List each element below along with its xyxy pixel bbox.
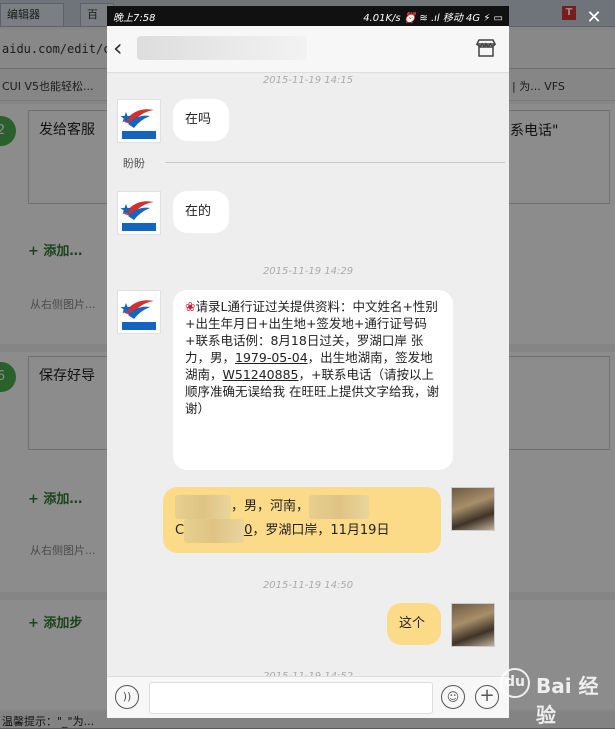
user-avatar[interactable] bbox=[451, 487, 495, 531]
reply-part: ，男，河南， bbox=[231, 499, 310, 514]
rose-icon: ❀ bbox=[185, 299, 196, 314]
plus-icon[interactable]: + bbox=[475, 685, 499, 709]
status-icons: 4.01K/s ⏰ ≋ .ıl 移动 4G ⚡ ▭ bbox=[363, 13, 503, 24]
message-bubble-in[interactable]: 在的 bbox=[173, 191, 229, 233]
user-avatar[interactable] bbox=[451, 603, 495, 647]
message-timestamp: 2015-11-19 14:29 bbox=[262, 266, 354, 277]
bookmark-item[interactable]: | 为... VFS bbox=[512, 78, 565, 94]
store-icon[interactable] bbox=[475, 38, 497, 58]
shop-avatar[interactable] bbox=[117, 290, 161, 334]
chat-area: 2015-11-19 14:15 在吗 盼盼 在的 2015-11-19 14: bbox=[107, 73, 509, 682]
chat-nav-bar: ‹ bbox=[107, 26, 509, 73]
step-text-tail: 系电话" bbox=[510, 123, 559, 139]
shop-avatar[interactable] bbox=[117, 191, 161, 235]
phone-screen: 晚上7:58 4.01K/s ⏰ ≋ .ıl 移动 4G ⚡ ▭ ‹ 2015-… bbox=[107, 6, 509, 718]
bookmark-item[interactable]: CUI V5也能轻松... bbox=[2, 78, 94, 94]
baidu-jingyan-watermark: du Bai 经验 bbox=[500, 662, 610, 727]
redacted-text: ██ bbox=[175, 495, 231, 519]
message-input[interactable] bbox=[149, 682, 433, 714]
close-viewer-icon[interactable]: ✕ bbox=[582, 8, 606, 28]
message-bubble-in[interactable]: 在吗 bbox=[173, 99, 229, 141]
message-bubble-in-long[interactable]: ❀请录L通行证过关提供资料：中文姓名+性别+出生年月日+出生地+签发地+通行证号… bbox=[173, 290, 453, 470]
step-text: 保存好导 bbox=[39, 368, 95, 384]
sender-nickname: 盼盼 bbox=[123, 155, 151, 171]
browser-tab[interactable]: 编辑器 bbox=[0, 3, 64, 26]
reply-part: C bbox=[175, 523, 185, 538]
long-message-date: 1979-05-04 bbox=[235, 350, 308, 365]
add-step-button[interactable]: + 添加步 bbox=[28, 612, 118, 640]
message-bubble-out[interactable]: 这个 bbox=[387, 603, 441, 645]
add-step-button[interactable]: + 添加… bbox=[28, 488, 118, 516]
address-bar-text: aidu.com/edit/co bbox=[2, 42, 118, 56]
message-bubble-out[interactable]: ██，男，河南，██ C██0，罗湖口岸，11月19日 bbox=[163, 487, 441, 553]
watermark-text: Bai 经验 bbox=[536, 674, 599, 727]
add-step-button[interactable]: + 添加… bbox=[28, 240, 118, 268]
status-bar: 晚上7:58 4.01K/s ⏰ ≋ .ıl 移动 4G ⚡ ▭ bbox=[107, 6, 509, 26]
reply-part: ，罗湖口岸，11月19日 bbox=[252, 523, 390, 538]
redacted-text: ██ bbox=[309, 495, 370, 519]
chat-input-bar: )) ☺ + bbox=[107, 676, 509, 718]
message-timestamp: 2015-11-19 14:15 bbox=[262, 75, 354, 86]
image-hint: 从右侧图片... bbox=[30, 298, 96, 311]
shop-avatar[interactable] bbox=[117, 99, 161, 143]
step-number: 2 bbox=[0, 116, 16, 146]
step-text: 发给客服 bbox=[39, 122, 95, 138]
emoji-icon[interactable]: ☺ bbox=[441, 685, 465, 709]
chat-title bbox=[137, 36, 307, 60]
divider bbox=[165, 162, 505, 163]
image-hint: 从右侧图片... bbox=[30, 544, 96, 557]
step-number: 6 bbox=[0, 362, 16, 392]
voice-input-icon[interactable]: )) bbox=[115, 685, 139, 709]
status-time: 晚上7:58 bbox=[113, 13, 156, 24]
footer-text: 温馨提示："_"为... bbox=[2, 715, 95, 728]
message-timestamp: 2015-11-19 14:50 bbox=[262, 580, 354, 591]
back-arrow-icon[interactable]: ‹ bbox=[113, 36, 133, 60]
tab-favicon-icon: T bbox=[562, 6, 576, 20]
long-message-id: W51240885 bbox=[222, 367, 299, 382]
paw-icon: du bbox=[500, 668, 530, 698]
redacted-text: ██ bbox=[184, 519, 245, 543]
